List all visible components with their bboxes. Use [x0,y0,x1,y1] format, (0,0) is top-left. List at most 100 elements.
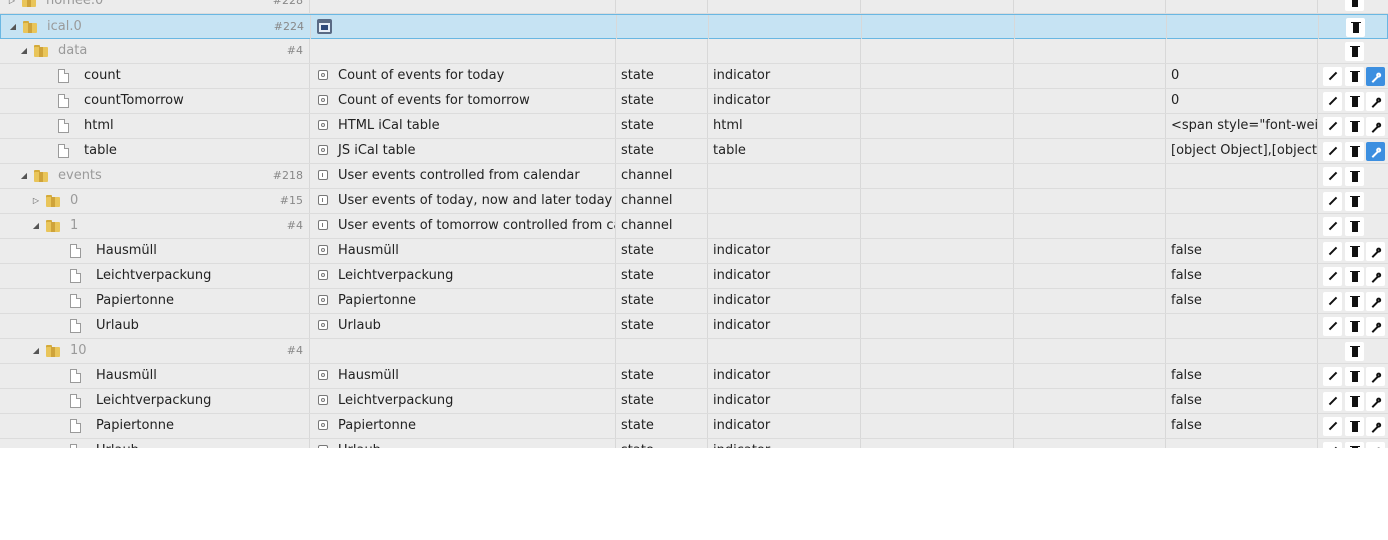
settings-button[interactable] [1366,317,1385,336]
edit-button[interactable] [1323,192,1342,211]
edit-button[interactable] [1323,392,1342,411]
settings-button[interactable] [1366,117,1385,136]
tree-state-row[interactable]: count Count of events for today state indic… [0,64,1388,89]
tree-state-row[interactable]: Leichtverpackung Leichtverpackung state ind… [0,264,1388,289]
delete-button[interactable] [1345,167,1364,186]
edit-button[interactable] [1323,217,1342,236]
edit-button[interactable] [1323,117,1342,136]
delete-button[interactable] [1345,342,1364,361]
value-cell[interactable]: false [1166,239,1318,263]
edit-button[interactable] [1323,67,1342,86]
expand-toggle-icon[interactable]: ◢ [30,339,42,363]
tree-state-row[interactable]: html HTML iCal table state html <span style=… [0,114,1388,139]
delete-button[interactable] [1345,317,1364,336]
value-cell[interactable] [1166,0,1318,13]
settings-button[interactable] [1366,367,1385,386]
settings-button[interactable] [1366,67,1385,86]
collapse-toggle-icon[interactable]: ▷ [30,189,42,213]
tree-folder-row[interactable]: ◢ data #4 [0,39,1388,64]
expand-toggle-icon[interactable]: ◢ [18,39,30,63]
value-cell[interactable] [1166,314,1318,338]
expand-toggle-icon[interactable]: ◢ [18,164,30,188]
expand-toggle-icon[interactable]: ◢ [30,214,42,238]
tree-folder-row[interactable]: ◢ 1 #4 User events of tomorrow controlled f… [0,214,1388,239]
function-cell [1014,414,1166,438]
value-cell[interactable] [1167,15,1319,39]
delete-button[interactable] [1345,92,1364,111]
value-cell[interactable]: <span style="font-weight [1166,114,1318,138]
tree-folder-row[interactable]: ▷ 0 #15 User events of today, now and later… [0,189,1388,214]
value-cell[interactable]: false [1166,364,1318,388]
tree-state-row[interactable]: Papiertonne Papiertonne state indicator fals… [0,289,1388,314]
settings-button[interactable] [1366,417,1385,436]
settings-button[interactable] [1366,292,1385,311]
delete-button[interactable] [1345,292,1364,311]
name-cell: countTomorrow [0,89,310,113]
delete-button[interactable] [1345,417,1364,436]
value-cell[interactable] [1166,189,1318,213]
role-cell: indicator [708,89,861,113]
edit-button[interactable] [1323,242,1342,261]
settings-button[interactable] [1366,442,1385,448]
value-cell[interactable] [1166,439,1318,448]
delete-button[interactable] [1345,442,1364,448]
tree-state-row[interactable]: countTomorrow Count of events for tomorro… [0,89,1388,114]
delete-button[interactable] [1345,192,1364,211]
delete-button[interactable] [1345,117,1364,136]
settings-button[interactable] [1366,267,1385,286]
value-cell[interactable] [1166,214,1318,238]
settings-button[interactable] [1366,92,1385,111]
edit-button[interactable] [1323,417,1342,436]
delete-button[interactable] [1345,142,1364,161]
edit-button[interactable] [1323,292,1342,311]
value-cell[interactable] [1166,39,1318,63]
settings-button[interactable] [1366,242,1385,261]
value-cell[interactable]: false [1166,289,1318,313]
name-cell: ▷ 0 #15 [0,189,310,213]
tree-folder-row[interactable]: ◢ events #218 User events controlled from c… [0,164,1388,189]
tree-state-row[interactable]: table JS iCal table state table [object Obje… [0,139,1388,164]
edit-button[interactable] [1323,367,1342,386]
collapse-toggle-icon[interactable]: ▷ [6,0,18,13]
tree-state-row[interactable]: Urlaub Urlaub stateindicator [0,314,1388,339]
tree-state-row[interactable]: Hausmüll Hausmüll state indicator false [0,239,1388,264]
settings-button[interactable] [1366,142,1385,161]
tree-state-row[interactable]: Leichtverpackung Leichtverpackung state ind… [0,389,1388,414]
edit-button[interactable] [1323,267,1342,286]
delete-button[interactable] [1345,392,1364,411]
function-cell [1014,314,1166,338]
description-cell: Count of events for tomorrow [310,89,616,113]
tree-folder-row[interactable]: ▷ homee.0 #228 ⚙ [0,0,1388,14]
edit-button[interactable] [1323,442,1342,448]
type-cell [616,0,708,13]
value-cell[interactable]: false [1166,264,1318,288]
role-cell: html [708,114,861,138]
edit-button[interactable] [1323,142,1342,161]
delete-button[interactable] [1345,367,1364,386]
delete-button[interactable] [1345,67,1364,86]
tree-folder-row[interactable]: ◢ ical.0 #224 [0,14,1388,39]
delete-button[interactable] [1345,42,1364,61]
value-cell[interactable]: false [1166,414,1318,438]
edit-button[interactable] [1323,92,1342,111]
delete-button[interactable] [1345,267,1364,286]
tree-state-row[interactable]: Hausmüll Hausmüll state indicator false [0,364,1388,389]
delete-button[interactable] [1345,242,1364,261]
value-cell[interactable]: 0 [1166,89,1318,113]
tree-folder-row[interactable]: ◢ 10 #4 [0,339,1388,364]
value-cell[interactable] [1166,164,1318,188]
edit-button[interactable] [1323,317,1342,336]
settings-button[interactable] [1366,392,1385,411]
delete-button[interactable] [1346,18,1365,37]
value-cell[interactable]: [object Object],[object Ob [1166,139,1318,163]
value-cell[interactable]: false [1166,389,1318,413]
value-cell[interactable]: 0 [1166,64,1318,88]
value-cell[interactable] [1166,339,1318,363]
expand-toggle-icon[interactable]: ◢ [7,15,19,39]
delete-button[interactable] [1345,217,1364,236]
tree-state-row[interactable]: Urlaub Urlaub stateindicator [0,439,1388,448]
edit-button[interactable] [1323,167,1342,186]
wrench-icon [1371,325,1380,333]
delete-button[interactable] [1345,0,1364,11]
tree-state-row[interactable]: Papiertonne Papiertonne state indicator fals… [0,414,1388,439]
